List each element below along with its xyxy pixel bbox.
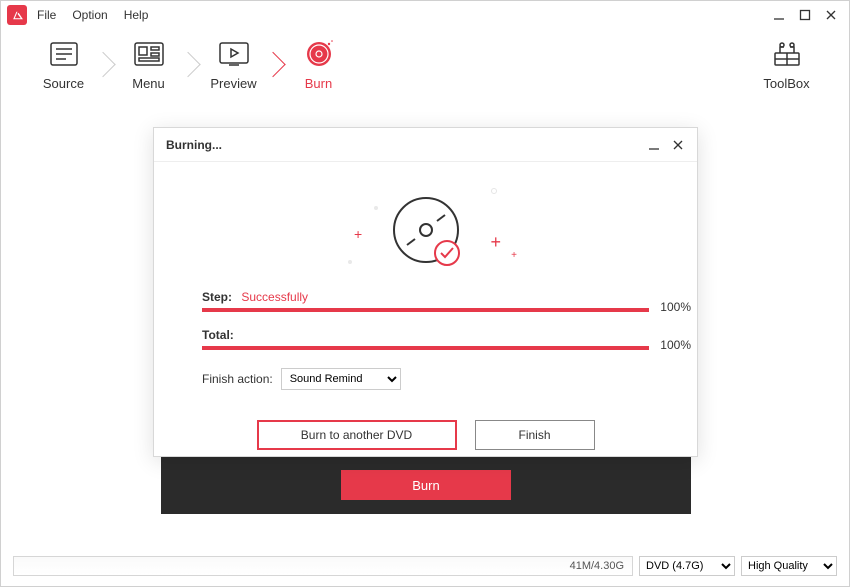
finish-action-select[interactable]: Sound Remind [281, 368, 401, 390]
modal-title: Burning... [166, 138, 222, 152]
total-progress: Total: 100% [202, 328, 649, 350]
tab-preview[interactable]: Preview [191, 38, 276, 91]
finish-button[interactable]: Finish [475, 420, 595, 450]
modal-minimize-button[interactable] [647, 138, 661, 152]
tab-toolbox-label: ToolBox [744, 76, 829, 91]
disc-type-select[interactable]: DVD (4.7G) [639, 556, 735, 576]
total-percent: 100% [660, 338, 691, 352]
tab-source-label: Source [21, 76, 106, 91]
preview-icon [191, 38, 276, 70]
size-text: 41M/4.30G [570, 560, 624, 572]
step-tabs: Source Menu Preview Burn ToolBox [1, 29, 849, 99]
status-bar: 41M/4.30G DVD (4.7G) High Quality [13, 554, 837, 578]
maximize-button[interactable] [797, 7, 813, 23]
finish-action-label: Finish action: [202, 372, 273, 386]
stage-footer: Burn [161, 456, 691, 514]
menu-help[interactable]: Help [124, 8, 149, 22]
step-progress: Step: Successfully 100% [202, 290, 649, 312]
tab-menu[interactable]: Menu [106, 38, 191, 91]
quality-select[interactable]: High Quality [741, 556, 837, 576]
tab-toolbox[interactable]: ToolBox [744, 38, 829, 91]
close-button[interactable] [823, 7, 839, 23]
titlebar: File Option Help [1, 1, 849, 29]
burn-another-button[interactable]: Burn to another DVD [257, 420, 457, 450]
tab-source[interactable]: Source [21, 38, 106, 91]
window-controls [771, 7, 843, 23]
step-value: Successfully [241, 290, 308, 304]
total-label: Total: [202, 328, 234, 342]
modal-close-button[interactable] [671, 138, 685, 152]
burn-icon [276, 38, 361, 70]
menu-icon [106, 38, 191, 70]
minimize-button[interactable] [771, 7, 787, 23]
source-icon [21, 38, 106, 70]
burning-modal: Burning... + + + Step: S [153, 127, 698, 457]
modal-header: Burning... [154, 128, 697, 162]
step-percent: 100% [660, 300, 691, 314]
size-bar: 41M/4.30G [13, 556, 633, 576]
main-menu: File Option Help [37, 8, 148, 22]
tab-preview-label: Preview [191, 76, 276, 91]
step-label: Step: [202, 290, 232, 304]
menu-file[interactable]: File [37, 8, 56, 22]
tab-menu-label: Menu [106, 76, 191, 91]
tab-burn-label: Burn [276, 76, 361, 91]
menu-option[interactable]: Option [72, 8, 107, 22]
tab-burn[interactable]: Burn [276, 38, 361, 91]
app-logo [7, 5, 27, 25]
disc-illustration: + + + [202, 180, 649, 280]
toolbox-icon [744, 38, 829, 70]
burn-button[interactable]: Burn [341, 470, 511, 500]
